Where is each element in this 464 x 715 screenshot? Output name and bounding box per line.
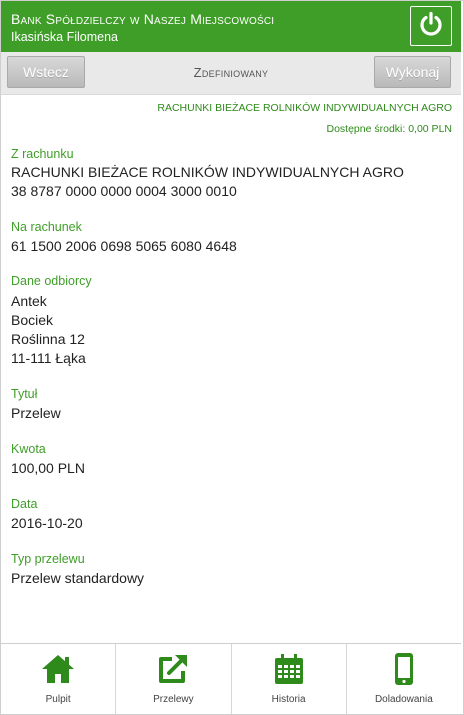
account-type-header: RACHUNKI BIEŻACE ROLNIKÓW INDYWIDUALNYCH… — [157, 102, 452, 114]
date-value: 2016-10-20 — [11, 515, 83, 531]
to-account-label: Na rachunek — [11, 220, 82, 234]
title-value: Przelew — [11, 405, 61, 421]
logout-button[interactable] — [410, 6, 452, 46]
calendar-icon — [273, 652, 305, 686]
from-account-name: RACHUNKI BIEŻACE ROLNIKÓW INDYWIDUALNYCH… — [11, 164, 404, 180]
title-label: Tytuł — [11, 387, 38, 401]
transfer-type-label: Typ przelewu — [11, 552, 85, 566]
nav-item-doladowania[interactable]: Doladowania — [347, 644, 461, 714]
nav-item-pulpit[interactable]: Pulpit — [1, 644, 117, 714]
amount-value: 100,00 PLN — [11, 460, 85, 476]
nav-label: Historia — [271, 694, 306, 705]
recipient-line: Roślinna 12 — [11, 331, 85, 347]
execute-button[interactable]: Wykonaj — [374, 56, 451, 88]
date-label: Data — [11, 497, 38, 511]
recipient-line: Bociek — [11, 312, 54, 328]
external-link-icon — [156, 652, 190, 686]
nav-item-historia[interactable]: Historia — [232, 644, 347, 714]
power-icon — [417, 10, 445, 43]
app-header: Bank Spółdzielczy w Naszej Miejscowości … — [1, 1, 461, 52]
nav-label: Doladowania — [374, 694, 433, 705]
recipient-line: 11-111 Łąka — [11, 350, 86, 366]
from-account-label: Z rachunku — [11, 147, 74, 161]
toolbar: Wstecz Zdefiniowany Wykonaj — [1, 52, 461, 95]
recipient-label: Dane odbiorcy — [11, 274, 92, 288]
home-icon — [40, 652, 76, 686]
mobile-phone-icon — [393, 652, 415, 686]
nav-label: Pulpit — [45, 694, 71, 705]
bank-name: Bank Spółdzielczy w Naszej Miejscowości — [11, 11, 275, 27]
nav-label: Przelewy — [153, 694, 194, 705]
from-account-number: 38 8787 0000 0000 0004 3000 0010 — [11, 183, 237, 199]
user-name: Ikasińska Filomena — [11, 30, 118, 44]
amount-label: Kwota — [11, 442, 46, 456]
available-funds: Dostępne środki: 0,00 PLN — [326, 123, 453, 135]
to-account-number: 61 1500 2006 0698 5065 6080 4648 — [11, 238, 237, 254]
recipient-line: Antek — [11, 293, 47, 309]
nav-item-przelewy[interactable]: Przelewy — [116, 644, 232, 714]
bottom-navigation: Pulpit Przelewy Historia Doladowania — [1, 643, 461, 714]
transfer-type-value: Przelew standardowy — [11, 570, 145, 586]
